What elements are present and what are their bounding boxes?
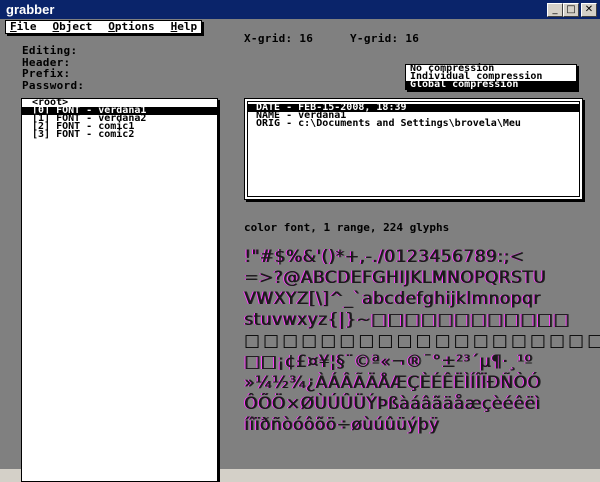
password-label[interactable]: Password: (22, 79, 84, 92)
client-area: File Object Options Help X-grid: 16 Y-gr… (0, 19, 600, 482)
glyph-row: =>?@ABCDEFGHIJKLMNOPQRSTU (244, 268, 546, 288)
menu-help[interactable]: Help (171, 21, 198, 33)
menu-bar: File Object Options Help (5, 20, 203, 34)
glyph-row: !"#$%&'()*+,-./0123456789:;< (244, 247, 525, 267)
compression-list[interactable]: No compression Individual compression Gl… (405, 64, 577, 90)
properties-frame: DATE - FEB-15-2008, 18:39 NAME - verdana… (247, 101, 580, 197)
maximize-icon: □ (566, 4, 576, 15)
y-grid-label[interactable]: Y-grid: 16 (350, 32, 419, 45)
menu-file[interactable]: File (10, 21, 37, 33)
window-title: grabber (6, 2, 55, 17)
glyph-row: stuvwxyz{|}~□□□□□□□□□□□□ (244, 310, 570, 330)
glyph-row: VWXYZ[\]^_`abcdefghijklmnopqr (244, 289, 541, 309)
glyph-row: □□□□□□□□□□□□□□□□□□□□ (244, 331, 600, 351)
glyph-preview: !"#$%&'()*+,-./0123456789:;< =>?@ABCDEFG… (244, 247, 600, 436)
glyph-row: íîïðñòóôõö÷øùúûüýþÿ (244, 415, 440, 435)
x-grid-label[interactable]: X-grid: 16 (244, 32, 313, 45)
glyph-row: □□¡¢£¤¥¦§¨©ª«¬­®¯°±²³´µ¶·¸¹º (244, 352, 533, 372)
object-tree[interactable]: <root> [0] FONT - verdana1 [1] FONT - ve… (21, 98, 218, 482)
grabber-window: grabber _ □ ✕ File Object Options Help X… (0, 0, 600, 482)
font-info: color font, 1 range, 224 glyphs (244, 221, 450, 234)
tree-item[interactable]: [3] FONT - comic2 (22, 130, 217, 140)
minimize-button[interactable]: _ (547, 3, 563, 17)
title-bar[interactable]: grabber _ □ ✕ (0, 0, 600, 19)
close-icon: ✕ (584, 4, 594, 15)
close-button[interactable]: ✕ (581, 3, 597, 17)
glyph-row: ÔÕÖ×ØÙÚÛÜÝÞßàáâãäåæçèéêëì (244, 394, 541, 414)
maximize-button[interactable]: □ (563, 3, 579, 17)
minimize-icon: _ (552, 4, 558, 15)
menu-object[interactable]: Object (53, 21, 93, 33)
menu-options[interactable]: Options (108, 21, 154, 33)
compression-option-selected[interactable]: Global compression (406, 80, 576, 90)
property-row[interactable]: ORIG - c:\Documents and Settings\brovela… (248, 119, 579, 129)
glyph-row: »¼½¾¿ÀÁÂÃÄÅÆÇÈÉÊËÌÍÎÏÐÑÒÓ (244, 373, 542, 393)
properties-list[interactable]: DATE - FEB-15-2008, 18:39 NAME - verdana… (244, 98, 583, 200)
